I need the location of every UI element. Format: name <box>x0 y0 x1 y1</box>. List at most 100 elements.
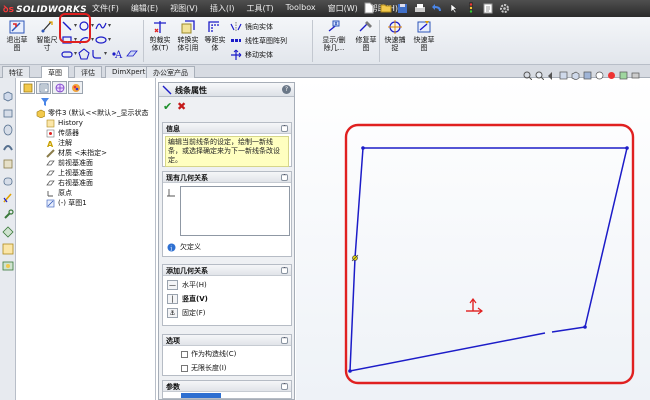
collapse-icon[interactable]: ˄ <box>281 174 288 181</box>
reference-geometry-icon[interactable] <box>2 226 14 238</box>
spline-tool-icon[interactable] <box>95 20 107 32</box>
linear-pattern-button[interactable]: 线性草图阵列 <box>230 34 287 47</box>
sketch-canvas[interactable] <box>296 78 650 400</box>
options-gear-icon[interactable] <box>498 1 511 15</box>
display-delete-relations-button[interactable]: 显示/删 除几... <box>318 19 350 52</box>
select-arrow-icon[interactable] <box>447 1 460 15</box>
text-tool-icon[interactable]: A <box>113 48 125 60</box>
menu-insert[interactable]: 插入(I) <box>204 0 241 17</box>
extrude-icon[interactable] <box>2 107 14 119</box>
cube-view-icon[interactable] <box>2 90 14 102</box>
menu-edit[interactable]: 编辑(E) <box>125 0 164 17</box>
tree-item-right-plane[interactable]: 右视基准面 <box>46 178 149 188</box>
tab-sketch[interactable]: 草图 <box>41 66 69 78</box>
info-group-header[interactable]: 信息 ˄ <box>163 123 291 134</box>
sketch-line[interactable] <box>349 147 546 372</box>
help-icon[interactable]: ? <box>282 85 291 94</box>
relation-vertical[interactable]: | 竖直(V) <box>167 294 208 304</box>
ok-check-icon[interactable]: ✔ <box>163 100 172 113</box>
rebuild-traffic-light-icon[interactable] <box>464 1 477 15</box>
tree-item-top-plane[interactable]: 上视基准面 <box>46 168 149 178</box>
tree-item-sensors[interactable]: 传感器 <box>46 128 149 138</box>
feature-tree-tab-icon[interactable] <box>20 81 35 94</box>
construction-checkbox[interactable] <box>181 350 188 358</box>
tree-item-annotations[interactable]: A 注解 <box>46 138 149 148</box>
infinite-length-option[interactable]: 无限长度(I) <box>181 363 227 373</box>
cancel-x-icon[interactable]: ✖ <box>177 100 186 113</box>
sketch-line[interactable] <box>551 326 586 333</box>
sketch-endpoint[interactable] <box>625 146 629 150</box>
mirror-entities-button[interactable]: 镜向实体 <box>230 20 273 33</box>
exit-sketch-button[interactable]: 退出草 图 <box>3 19 31 52</box>
infinite-length-checkbox[interactable] <box>181 364 188 372</box>
offset-entities-button[interactable]: 等距实 体 <box>201 19 229 52</box>
property-manager-tab-icon[interactable] <box>36 81 51 94</box>
ellipse-tool-icon[interactable] <box>95 34 107 46</box>
tree-root-part[interactable]: 零件3 (默认<<默认>_显示状态 <box>36 108 149 118</box>
menu-view[interactable]: 视图(V) <box>164 0 204 17</box>
existing-relations-header[interactable]: 现有几何关系 ˄ <box>163 172 291 183</box>
inference-point-icon[interactable] <box>351 254 359 262</box>
relation-fix[interactable]: ⚓ 固定(F) <box>167 308 206 318</box>
move-entities-button[interactable]: 移动实体 <box>230 48 273 61</box>
new-file-icon[interactable] <box>362 1 375 15</box>
ellipse-dropdown-icon[interactable]: ▾ <box>108 36 111 43</box>
tree-item-front-plane[interactable]: 前视基准面 <box>46 158 149 168</box>
tab-office-products[interactable]: 办公室产品 <box>146 66 195 78</box>
configuration-manager-tab-icon[interactable] <box>52 81 67 94</box>
sketch-endpoint[interactable] <box>583 325 587 329</box>
open-folder-icon[interactable] <box>379 1 392 15</box>
spline-dropdown-icon[interactable]: ▾ <box>108 22 111 29</box>
sketch-line[interactable] <box>363 147 628 328</box>
options-header[interactable]: 选项 ˄ <box>163 335 291 346</box>
slot-tool-icon[interactable] <box>61 48 73 60</box>
parameters-header[interactable]: 参数 ˄ <box>163 381 291 392</box>
tree-item-origin[interactable]: 原点 <box>46 188 149 198</box>
arc-dropdown-icon[interactable]: ▾ <box>91 36 94 43</box>
collapse-icon[interactable]: ˄ <box>281 383 288 390</box>
slot-dropdown-icon[interactable]: ▾ <box>74 50 77 57</box>
wrench-icon[interactable] <box>2 209 14 221</box>
construction-option[interactable]: 作为构造线(C) <box>181 349 236 359</box>
undo-icon[interactable] <box>430 1 443 15</box>
curves-icon[interactable] <box>2 243 14 255</box>
render-icon[interactable] <box>2 260 14 272</box>
file-properties-icon[interactable] <box>481 1 494 15</box>
fillet-tool-icon[interactable] <box>91 48 103 60</box>
add-relations-header[interactable]: 添加几何关系 ˄ <box>163 265 291 276</box>
loft-icon[interactable] <box>2 158 14 170</box>
quick-snaps-button[interactable]: 快速捕 捉 <box>381 19 409 52</box>
collapse-icon[interactable]: ˄ <box>281 267 288 274</box>
circle-dropdown-icon[interactable]: ▾ <box>91 22 94 29</box>
trim-entities-button[interactable]: 剪裁实 体(T) <box>146 19 174 52</box>
repair-sketch-button[interactable]: 修复草 图 <box>352 19 380 52</box>
save-icon[interactable] <box>396 1 409 15</box>
dimension-icon[interactable] <box>2 192 14 204</box>
fillet-dropdown-icon[interactable]: ▾ <box>104 50 107 57</box>
existing-relations-list[interactable] <box>180 186 290 236</box>
relation-horizontal[interactable]: — 水平(H) <box>167 280 207 290</box>
menu-window[interactable]: 窗口(W) <box>322 0 364 17</box>
menu-toolbox[interactable]: Toolbox <box>280 0 322 17</box>
print-icon[interactable] <box>413 1 426 15</box>
menu-tools[interactable]: 工具(T) <box>240 0 279 17</box>
graphics-area[interactable] <box>296 71 650 400</box>
sketch-endpoint[interactable] <box>348 369 352 373</box>
collapse-icon[interactable]: ˄ <box>281 125 288 132</box>
filter-icon[interactable] <box>41 98 49 106</box>
polygon-tool-icon[interactable] <box>78 47 90 60</box>
fillet-feature-icon[interactable] <box>2 175 14 187</box>
length-field[interactable] <box>181 393 221 398</box>
rapid-sketch-button[interactable]: 快速草 图 <box>410 19 438 52</box>
tree-item-history[interactable]: History <box>46 118 149 128</box>
collapse-icon[interactable]: ˄ <box>281 337 288 344</box>
display-manager-tab-icon[interactable] <box>68 81 83 94</box>
tree-item-material[interactable]: 材质 <未指定> <box>46 148 149 158</box>
convert-entities-button[interactable]: 转换实 体引用 <box>174 19 202 52</box>
tree-item-sketch1[interactable]: (-) 草图1 <box>46 198 149 208</box>
plane-tool-icon[interactable] <box>126 48 138 60</box>
smart-dimension-button[interactable]: 智能尺 寸 <box>33 19 61 52</box>
menu-file[interactable]: 文件(F) <box>86 0 125 17</box>
sketch-endpoint[interactable] <box>361 146 365 150</box>
revolve-icon[interactable] <box>2 124 14 136</box>
